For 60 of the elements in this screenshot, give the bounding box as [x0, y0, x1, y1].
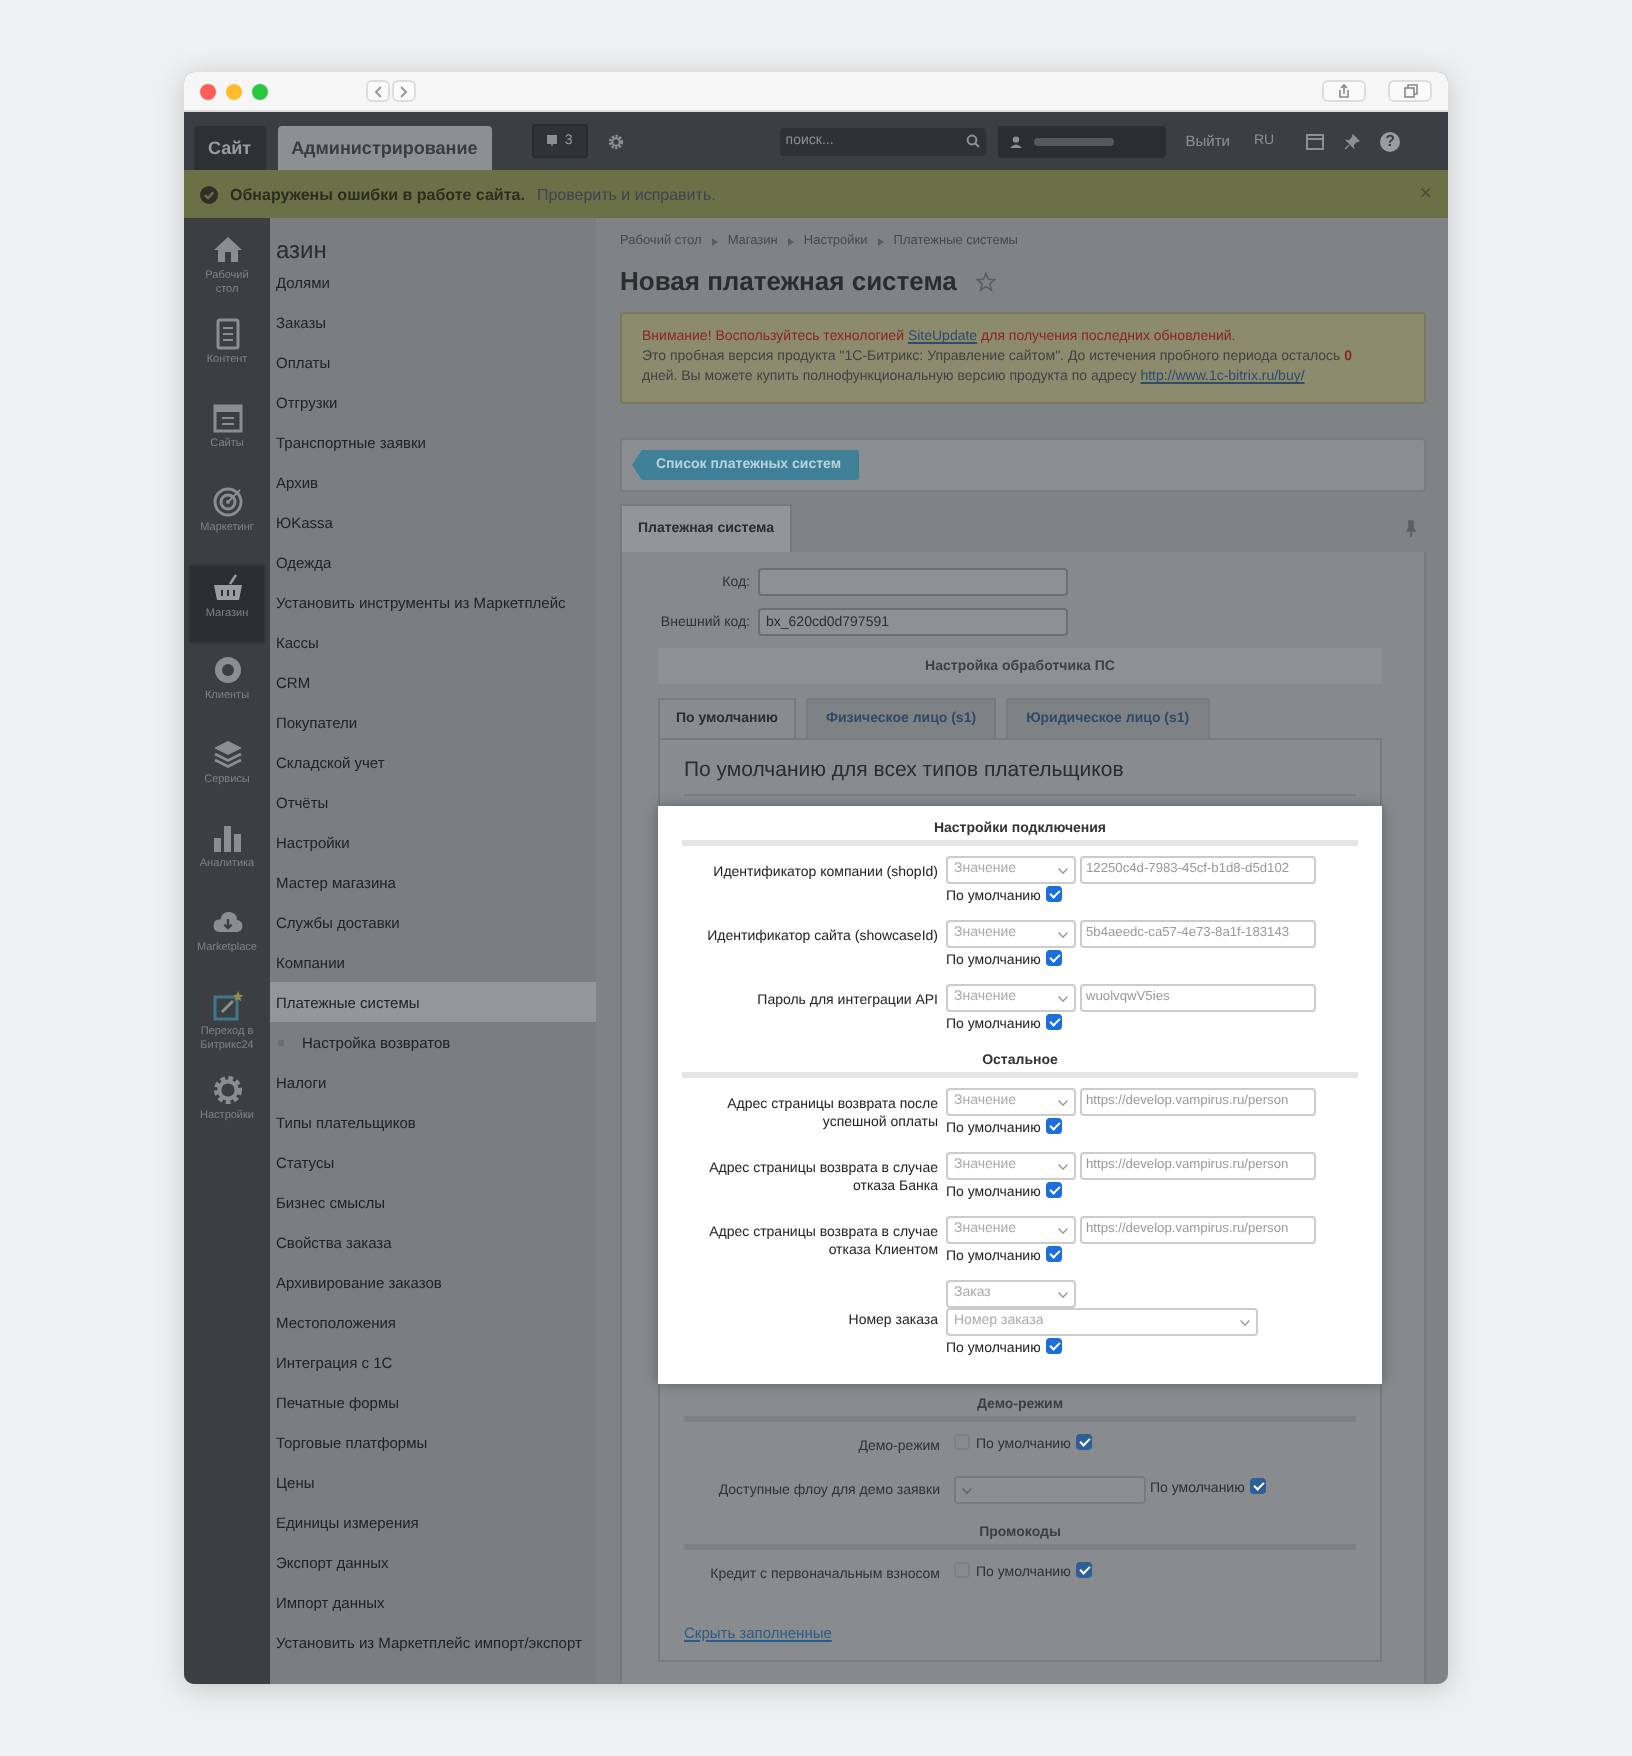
checkbox[interactable]	[1046, 1182, 1063, 1198]
caret-icon	[1058, 931, 1068, 937]
settings-icon	[211, 1074, 243, 1106]
caret-icon	[1058, 1163, 1068, 1169]
zoom-button[interactable]	[252, 83, 268, 99]
caret-icon	[962, 1487, 972, 1493]
share-icon	[1338, 84, 1350, 98]
caret-icon	[1058, 1291, 1068, 1297]
caret-icon	[1240, 1319, 1250, 1325]
breadcrumb-arrow-icon	[787, 237, 794, 245]
minimize-button[interactable]	[226, 83, 242, 99]
caret-icon	[1058, 1099, 1068, 1105]
caret-icon	[1058, 867, 1068, 873]
admin-tab[interactable]: Сайт	[194, 126, 266, 170]
checkbox[interactable]	[1046, 950, 1063, 966]
search-icon	[965, 134, 980, 148]
caret-icon	[1058, 1227, 1068, 1233]
alert-message: Обнаружены ошибки в работе сайта.	[230, 185, 525, 203]
settings-icon[interactable]	[607, 133, 624, 149]
flag-icon	[546, 134, 559, 148]
checkbox[interactable]	[1046, 886, 1063, 902]
checkbox[interactable]	[1046, 1246, 1063, 1262]
breadcrumb-arrow-icon	[877, 237, 884, 245]
admin-tab[interactable]: Администрирование	[277, 126, 492, 170]
tabs-icon	[1403, 84, 1417, 98]
breadcrumb-arrow-icon	[711, 237, 718, 245]
menu-title: азин	[274, 234, 329, 262]
star-icon[interactable]	[976, 271, 997, 291]
page-title: Новая платежная система	[620, 266, 957, 296]
forward-button[interactable]	[392, 80, 416, 102]
window-icon[interactable]	[1306, 133, 1325, 149]
user-icon	[1009, 135, 1022, 147]
close-button[interactable]	[200, 83, 216, 99]
home-icon	[211, 234, 243, 266]
pin-icon[interactable]	[1406, 520, 1416, 538]
checkbox[interactable]	[1250, 1478, 1267, 1494]
calendar-icon	[211, 402, 243, 434]
document-icon	[211, 318, 243, 350]
check-circle-icon	[200, 185, 218, 203]
tabs-button[interactable]	[1388, 80, 1432, 102]
share-button[interactable]	[1322, 80, 1366, 102]
user-button[interactable]	[997, 125, 1166, 157]
section-heading: По умолчанию для всех типов плательщиков	[682, 756, 1126, 786]
target-icon	[211, 486, 243, 518]
bar-chart-icon	[211, 822, 243, 854]
cloud-download-icon	[211, 906, 243, 938]
checkbox[interactable]	[1046, 1014, 1063, 1030]
chevron-right-icon	[400, 85, 408, 97]
text-field[interactable]	[758, 568, 1068, 596]
pin-icon[interactable]	[1344, 133, 1361, 149]
checkbox[interactable]	[1046, 1118, 1063, 1134]
caret-icon	[1058, 995, 1068, 1001]
back-button[interactable]	[366, 80, 390, 102]
basket-icon	[211, 572, 243, 604]
badge-circle-icon	[211, 654, 243, 686]
chevron-left-icon	[374, 85, 382, 97]
checkbox[interactable]	[1046, 1338, 1063, 1354]
layers-icon	[211, 738, 243, 770]
blurred-name-bar	[1033, 137, 1114, 145]
help-button[interactable]: ?	[1380, 131, 1401, 151]
